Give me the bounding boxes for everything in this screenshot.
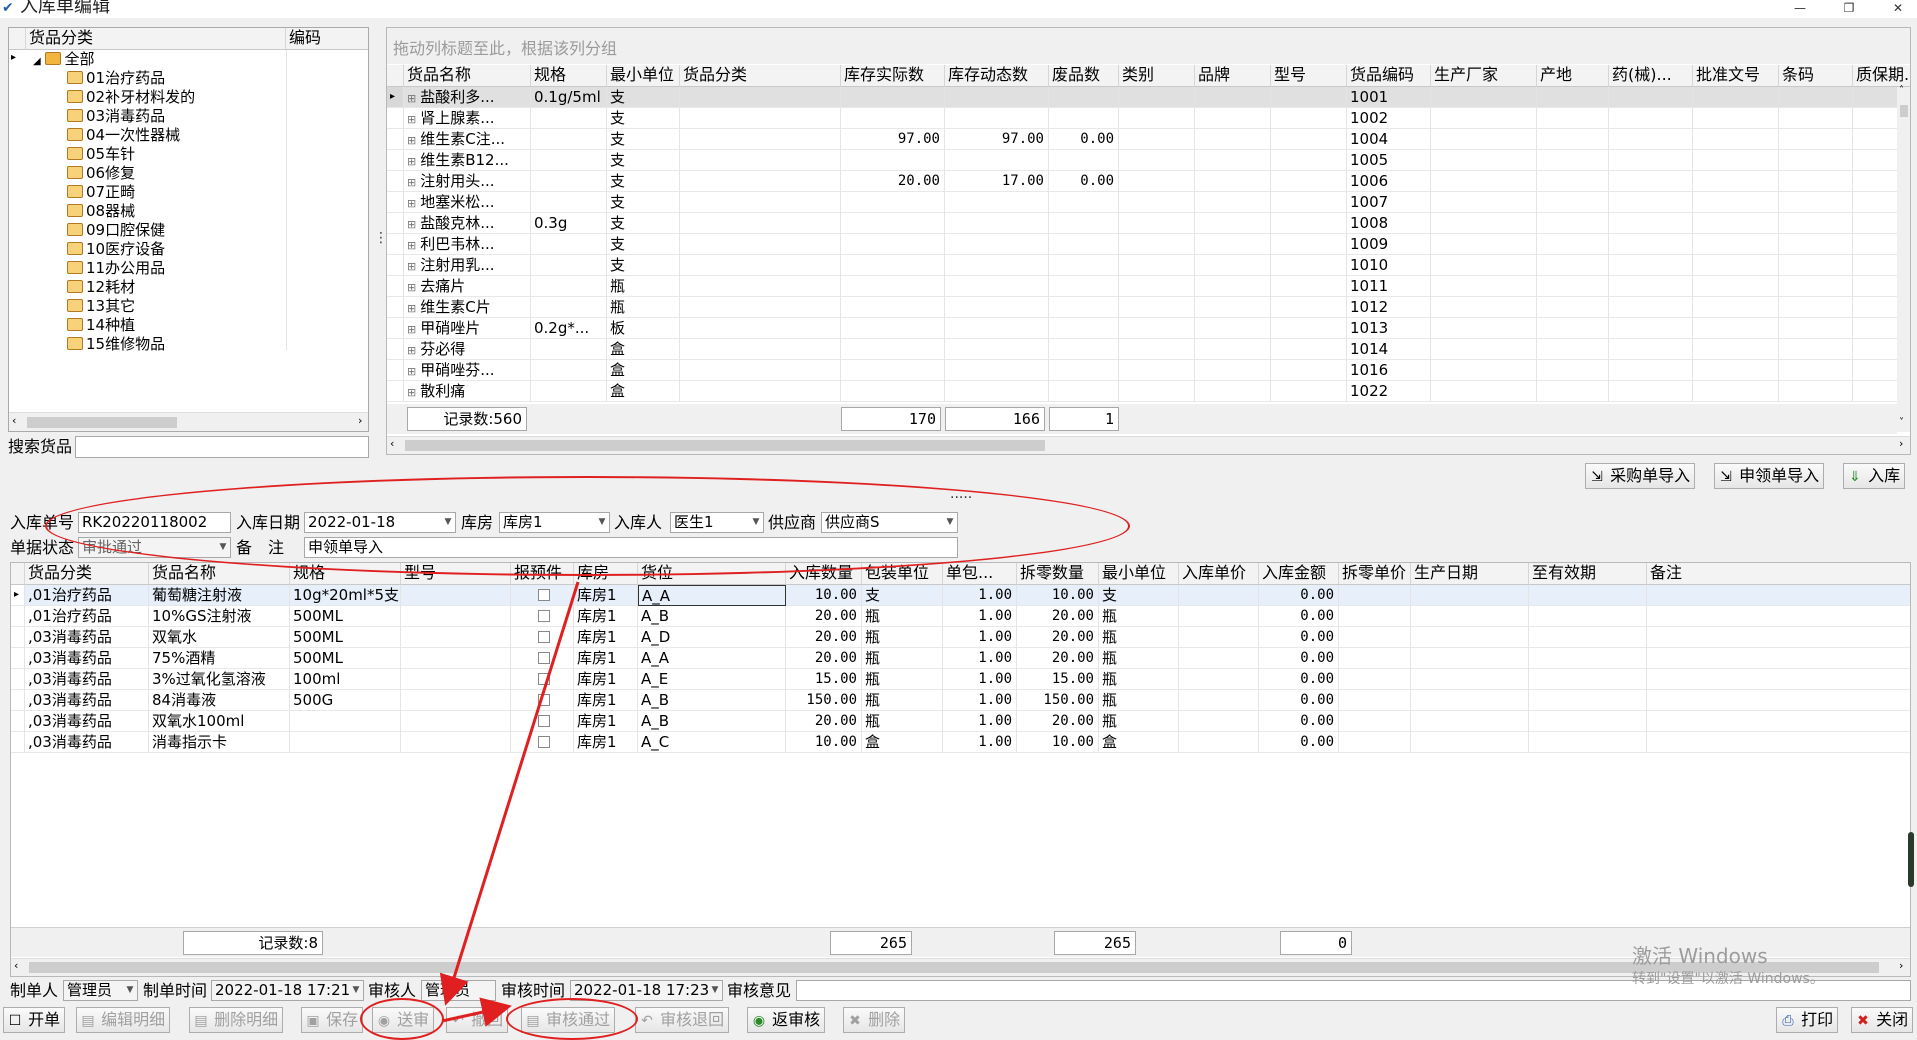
arrow-to-send — [439, 581, 580, 1006]
annotation-arrows — [439, 581, 580, 1027]
arrow-to-approve — [441, 997, 512, 1027]
